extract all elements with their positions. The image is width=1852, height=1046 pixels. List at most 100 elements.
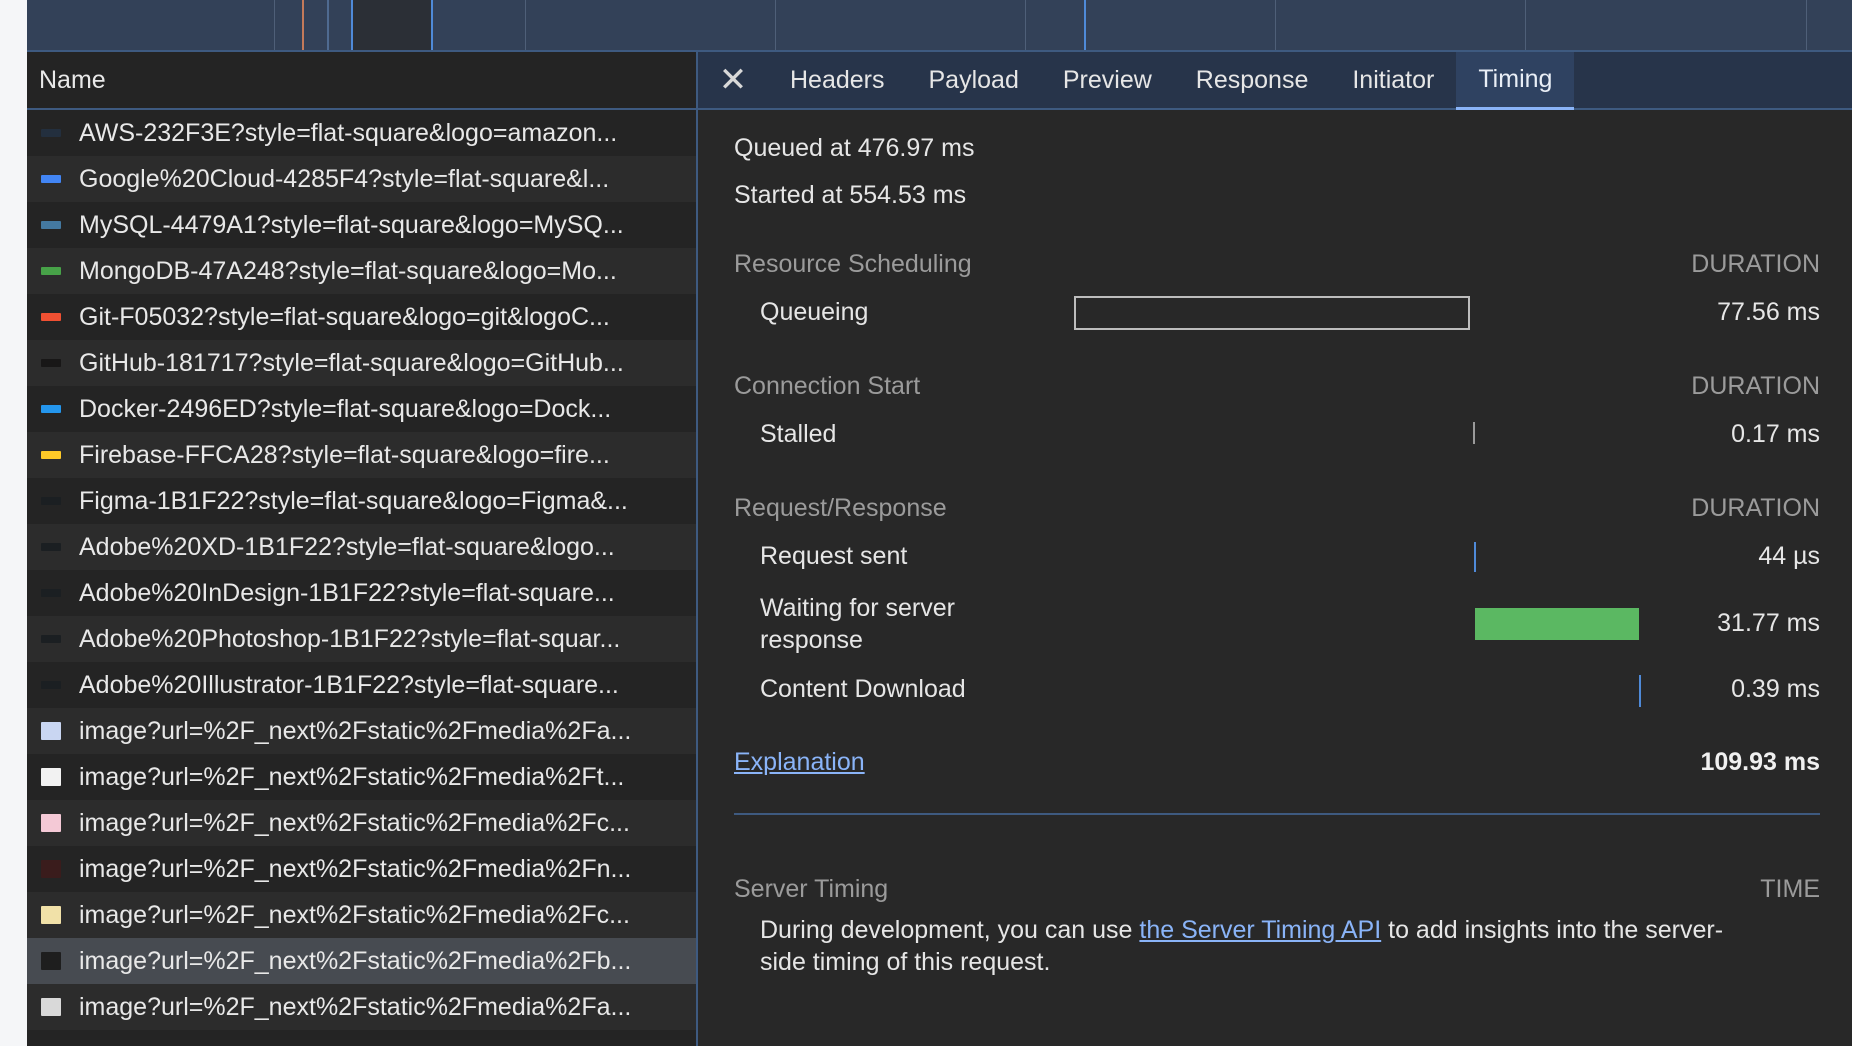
timing-label: Content Download	[760, 675, 966, 703]
section-server-timing: Server Timing TIME	[734, 875, 1820, 904]
request-rows: AWS-232F3E?style=flat-square&logo=amazon…	[27, 110, 696, 1030]
section-connection-start: Connection Start DURATION	[734, 372, 1820, 401]
devtools-network-panel: Name AWS-232F3E?style=flat-square&logo=a…	[27, 0, 1852, 1046]
timing-value: 44 µs	[1758, 542, 1820, 570]
request-row[interactable]: AWS-232F3E?style=flat-square&logo=amazon…	[27, 110, 696, 156]
favicon-icon	[41, 952, 61, 970]
timing-row-stalled: Stalled 0.17 ms	[734, 420, 1820, 454]
favicon-icon	[41, 768, 61, 786]
timing-label: Request sent	[760, 542, 908, 570]
server-timing-description: During development, you can use the Serv…	[760, 914, 1760, 978]
request-name: Adobe%20InDesign-1B1F22?style=flat-squar…	[79, 578, 615, 607]
overview-gridline	[1806, 0, 1807, 52]
favicon-icon	[41, 722, 61, 740]
request-row[interactable]: Adobe%20Photoshop-1B1F22?style=flat-squa…	[27, 616, 696, 662]
duration-header: DURATION	[1691, 250, 1820, 278]
tab-headers[interactable]: Headers	[768, 52, 907, 108]
request-name: Adobe%20Photoshop-1B1F22?style=flat-squa…	[79, 624, 621, 653]
request-row[interactable]: image?url=%2F_next%2Fstatic%2Fmedia%2Fc.…	[27, 892, 696, 938]
queueing-bar[interactable]	[1074, 296, 1470, 330]
timing-label: Stalled	[760, 420, 837, 448]
tab-payload[interactable]: Payload	[907, 52, 1041, 108]
request-row[interactable]: Docker-2496ED?style=flat-square&logo=Doc…	[27, 386, 696, 432]
queued-at-text: Queued at 476.97 ms	[734, 134, 975, 162]
request-name: image?url=%2F_next%2Fstatic%2Fmedia%2Fa.…	[79, 992, 632, 1021]
time-header: TIME	[1760, 875, 1820, 903]
favicon-icon	[41, 129, 61, 137]
request-row[interactable]: Adobe%20Illustrator-1B1F22?style=flat-sq…	[27, 662, 696, 708]
waiting-bar[interactable]	[1475, 608, 1639, 640]
request-row[interactable]: GitHub-181717?style=flat-square&logo=Git…	[27, 340, 696, 386]
request-row[interactable]: image?url=%2F_next%2Fstatic%2Fmedia%2Ft.…	[27, 754, 696, 800]
request-row[interactable]: Google%20Cloud-4285F4?style=flat-square&…	[27, 156, 696, 202]
timing-value: 0.39 ms	[1731, 675, 1820, 703]
timing-label: Queueing	[760, 298, 869, 326]
explanation-link[interactable]: Explanation	[734, 748, 865, 777]
tab-response[interactable]: Response	[1174, 52, 1331, 108]
request-row[interactable]: image?url=%2F_next%2Fstatic%2Fmedia%2Fa.…	[27, 708, 696, 754]
request-name: Git-F05032?style=flat-square&logo=git&lo…	[79, 302, 610, 331]
detail-tab-bar: ✕ Headers Payload Preview Response Initiator…	[698, 52, 1852, 110]
tab-timing[interactable]: Timing	[1456, 52, 1575, 110]
request-name: image?url=%2F_next%2Fstatic%2Fmedia%2Fb.…	[79, 946, 632, 975]
tab-preview[interactable]: Preview	[1041, 52, 1174, 108]
section-request-response: Request/Response DURATION	[734, 494, 1820, 523]
overview-gridline	[1525, 0, 1526, 52]
server-timing-api-link[interactable]: the Server Timing API	[1139, 916, 1381, 944]
request-name: image?url=%2F_next%2Fstatic%2Fmedia%2Fc.…	[79, 900, 630, 929]
stalled-bar[interactable]	[1473, 422, 1475, 444]
request-row[interactable]: Figma-1B1F22?style=flat-square&logo=Figm…	[27, 478, 696, 524]
timing-value: 0.17 ms	[1731, 420, 1820, 448]
timing-row-queueing: Queueing 77.56 ms	[734, 296, 1820, 332]
content-download-bar[interactable]	[1639, 675, 1641, 707]
request-row[interactable]: image?url=%2F_next%2Fstatic%2Fmedia%2Fn.…	[27, 846, 696, 892]
tab-initiator[interactable]: Initiator	[1330, 52, 1456, 108]
overview-gridline	[1275, 0, 1276, 52]
section-title: Server Timing	[734, 875, 889, 903]
request-row[interactable]: MongoDB-47A248?style=flat-square&logo=Mo…	[27, 248, 696, 294]
request-row[interactable]: image?url=%2F_next%2Fstatic%2Fmedia%2Fb.…	[27, 938, 696, 984]
name-column-header[interactable]: Name	[27, 52, 696, 110]
timing-row-content-download: Content Download 0.39 ms	[734, 675, 1820, 709]
timing-value: 77.56 ms	[1717, 298, 1820, 326]
close-icon[interactable]: ✕	[698, 52, 768, 108]
favicon-icon	[41, 175, 61, 183]
favicon-icon	[41, 543, 61, 551]
request-name: AWS-232F3E?style=flat-square&logo=amazon…	[79, 118, 618, 147]
request-row[interactable]: image?url=%2F_next%2Fstatic%2Fmedia%2Fc.…	[27, 800, 696, 846]
timing-row-request-sent: Request sent 44 µs	[734, 542, 1820, 576]
request-row[interactable]: Adobe%20XD-1B1F22?style=flat-square&logo…	[27, 524, 696, 570]
timing-label: Waiting for server response	[760, 594, 955, 654]
request-row[interactable]: Firebase-FFCA28?style=flat-square&logo=f…	[27, 432, 696, 478]
request-name: image?url=%2F_next%2Fstatic%2Fmedia%2Fa.…	[79, 716, 632, 745]
request-sent-bar[interactable]	[1474, 542, 1476, 572]
overview-marker-red	[302, 0, 304, 50]
request-name: MongoDB-47A248?style=flat-square&logo=Mo…	[79, 256, 617, 285]
started-at-text: Started at 554.53 ms	[734, 181, 967, 209]
request-name: Adobe%20Illustrator-1B1F22?style=flat-sq…	[79, 670, 619, 699]
section-title: Connection Start	[734, 372, 921, 400]
overview-gridline	[274, 0, 275, 52]
section-title: Request/Response	[734, 494, 947, 522]
overview-gridline	[1025, 0, 1026, 52]
request-name: Docker-2496ED?style=flat-square&logo=Doc…	[79, 394, 612, 423]
duration-header: DURATION	[1691, 372, 1820, 400]
request-name: image?url=%2F_next%2Fstatic%2Fmedia%2Fc.…	[79, 808, 630, 837]
overview-marker-blue	[1084, 0, 1086, 50]
favicon-icon	[41, 313, 61, 321]
request-name: Google%20Cloud-4285F4?style=flat-square&…	[79, 164, 610, 193]
section-resource-scheduling: Resource Scheduling DURATION	[734, 250, 1820, 279]
network-overview-timeline[interactable]	[27, 0, 1852, 52]
request-row[interactable]: image?url=%2F_next%2Fstatic%2Fmedia%2Fa.…	[27, 984, 696, 1030]
section-title: Resource Scheduling	[734, 250, 972, 278]
timing-value: 31.77 ms	[1717, 609, 1820, 637]
favicon-icon	[41, 359, 61, 367]
server-timing-text: During development, you can use	[760, 916, 1140, 944]
favicon-icon	[41, 267, 61, 275]
overview-selection-window[interactable]	[351, 0, 433, 50]
request-row[interactable]: MySQL-4479A1?style=flat-square&logo=MySQ…	[27, 202, 696, 248]
request-row[interactable]: Git-F05032?style=flat-square&logo=git&lo…	[27, 294, 696, 340]
request-row[interactable]: Adobe%20InDesign-1B1F22?style=flat-squar…	[27, 570, 696, 616]
favicon-icon	[41, 906, 61, 924]
request-name: MySQL-4479A1?style=flat-square&logo=MySQ…	[79, 210, 624, 239]
